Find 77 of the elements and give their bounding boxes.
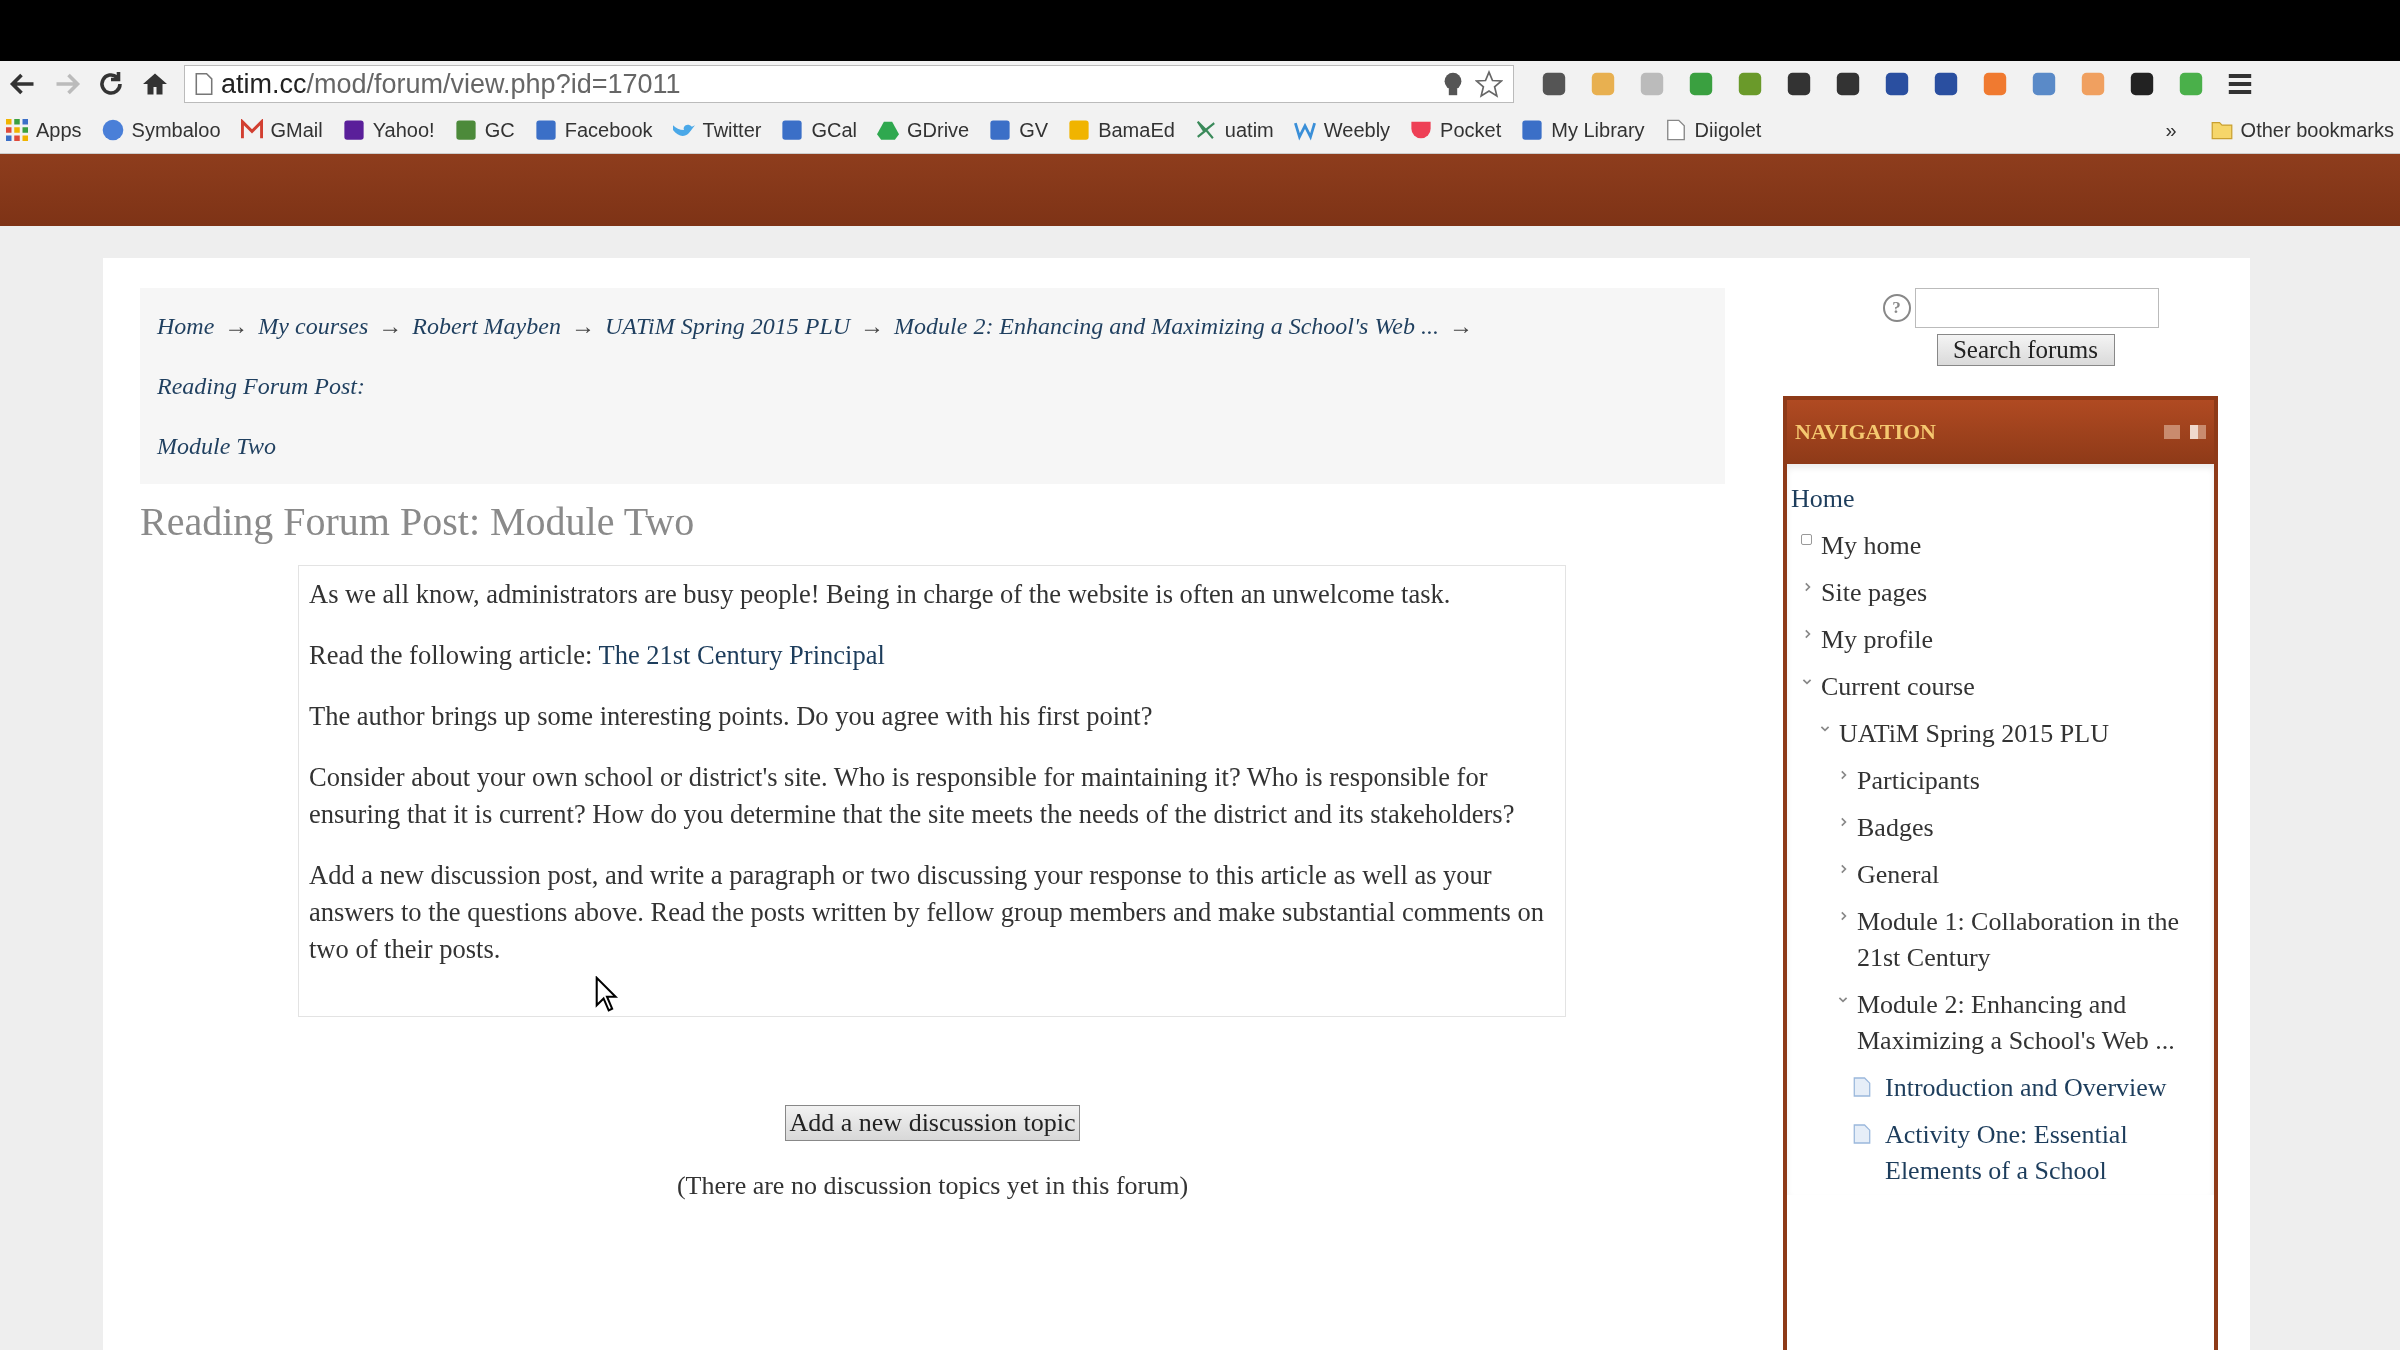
bookmark[interactable]: GV xyxy=(989,118,1049,142)
document-icon xyxy=(1853,1076,1871,1098)
bookmark[interactable]: Apps xyxy=(6,118,82,142)
navigation-item[interactable]: Activity One: Essential Elements of a School xyxy=(1885,1117,2208,1189)
navigation-item[interactable]: Participants xyxy=(1857,763,1980,799)
breadcrumb-separator: → xyxy=(1448,313,1473,339)
breadcrumb-link[interactable]: Robert Mayben xyxy=(412,313,561,339)
more-bookmarks-button[interactable]: » xyxy=(2165,118,2177,142)
help-icon[interactable]: ? xyxy=(1882,294,1911,322)
square-icon xyxy=(534,119,557,141)
square-icon xyxy=(454,119,477,141)
pocket-icon xyxy=(1410,119,1433,141)
address-bar[interactable]: atim.cc/mod/forum/view.php?id=17011 xyxy=(184,65,1514,103)
navigation-item[interactable]: My home xyxy=(1821,528,1922,564)
bookmark[interactable]: Facebook xyxy=(534,118,653,142)
bookmark[interactable]: GCal xyxy=(781,118,857,142)
navigation-item[interactable]: Home xyxy=(1791,481,1855,517)
circle-icon xyxy=(101,119,124,141)
navigation-item[interactable]: My profile xyxy=(1821,622,1933,658)
other-bookmarks[interactable]: Other bookmarks xyxy=(2210,118,2394,142)
intro-paragraph: Add a new discussion post, and write a paragraph or two discussing your response to this article as well as your answers to the questions above. Read the posts written by fellow group members and make substantial comments on two of their posts. xyxy=(309,859,1545,966)
navigation-title: NAVIGATION xyxy=(1795,419,1936,445)
bookmark[interactable]: Symbaloo xyxy=(101,118,221,142)
empty-forum-note: (There are no discussion topics yet in this forum) xyxy=(676,1171,1189,1201)
star-icon[interactable] xyxy=(1475,70,1503,98)
breadcrumb-separator: → xyxy=(860,313,885,339)
search-forums-button[interactable]: Search forums xyxy=(1936,334,2115,366)
bookmark[interactable]: My Library xyxy=(1521,118,1645,142)
page-icon xyxy=(1664,119,1687,141)
article-link[interactable]: The 21st Century Principal xyxy=(598,640,885,670)
bookmark[interactable]: Twitter xyxy=(672,118,762,142)
dock-icon[interactable] xyxy=(2190,425,2206,439)
add-discussion-topic-button[interactable]: Add a new discussion topic xyxy=(784,1105,1081,1141)
bookmark[interactable]: Diigolet xyxy=(1664,118,1762,142)
breadcrumb-separator: → xyxy=(224,313,249,339)
page-icon xyxy=(195,72,213,96)
square-icon xyxy=(1521,119,1544,141)
apps-grid-icon xyxy=(6,119,28,141)
page-heading: Reading Forum Post: Module Two xyxy=(140,498,696,545)
navigation-item[interactable]: General xyxy=(1857,857,1940,893)
mail-icon xyxy=(240,119,263,141)
bookmark[interactable]: GC xyxy=(454,118,515,142)
bookmark[interactable]: BamaEd xyxy=(1068,118,1175,142)
square-icon xyxy=(781,119,804,141)
breadcrumb-separator: → xyxy=(378,313,403,339)
bookmark[interactable]: Weebly xyxy=(1293,118,1391,142)
folder-icon xyxy=(2210,119,2233,141)
square-bullet-icon xyxy=(1801,534,1812,545)
breadcrumb-link[interactable]: Reading Forum Post: Module Two xyxy=(157,356,407,476)
square-icon xyxy=(342,119,365,141)
mouse-cursor-icon xyxy=(595,976,619,1014)
breadcrumb-separator: → xyxy=(570,313,595,339)
intro-paragraph: As we all know, administrators are busy people! Being in charge of the website is often an unwelcome task. xyxy=(309,578,1452,611)
breadcrumb-link[interactable]: UATiM Spring 2015 PLU xyxy=(604,313,851,339)
navigation-item[interactable]: Site pages xyxy=(1821,575,1928,611)
intro-paragraph: Read the following article: The 21st Century Principal xyxy=(309,639,886,672)
bird-icon xyxy=(672,122,695,138)
breadcrumb-link[interactable]: Home xyxy=(157,313,215,339)
intro-paragraph: The author brings up some interesting points. Do you agree with his first point? xyxy=(309,700,1154,733)
bookmark[interactable]: GDrive xyxy=(877,118,970,142)
intro-paragraph: Consider about your own school or district's site. Who is responsible for maintaining it? Who is responsible for ensuring that it is current? How do you determine that the site meets the needs of the district and its stakeholders? xyxy=(309,761,1516,831)
navigation-item[interactable]: Current course xyxy=(1821,669,1975,705)
document-icon xyxy=(1853,1123,1871,1145)
navigation-item[interactable]: UATiM Spring 2015 PLU xyxy=(1839,716,2109,752)
navigation-item[interactable]: Module 1: Collaboration in the 21st Century xyxy=(1857,904,2208,976)
breadcrumb-link[interactable]: My courses xyxy=(258,313,369,339)
breadcrumb-link[interactable]: Module 2: Enhancing and Maximizing a School's Web ... xyxy=(894,313,1439,339)
bookmark[interactable]: GMail xyxy=(240,118,323,142)
navigation-item[interactable]: Badges xyxy=(1857,810,1934,846)
bookmark[interactable]: uatim xyxy=(1194,118,1274,142)
square-icon xyxy=(1068,119,1091,141)
square-icon xyxy=(989,119,1012,141)
bookmark[interactable]: Pocket xyxy=(1410,118,1502,142)
navigation-item[interactable]: Module 2: Enhancing and Maximizing a School's Web ... xyxy=(1857,987,2208,1059)
navigation-item[interactable]: Introduction and Overview xyxy=(1885,1070,2167,1106)
bookmark[interactable]: Yahoo! xyxy=(342,118,435,142)
search-field[interactable] xyxy=(1914,288,2159,328)
